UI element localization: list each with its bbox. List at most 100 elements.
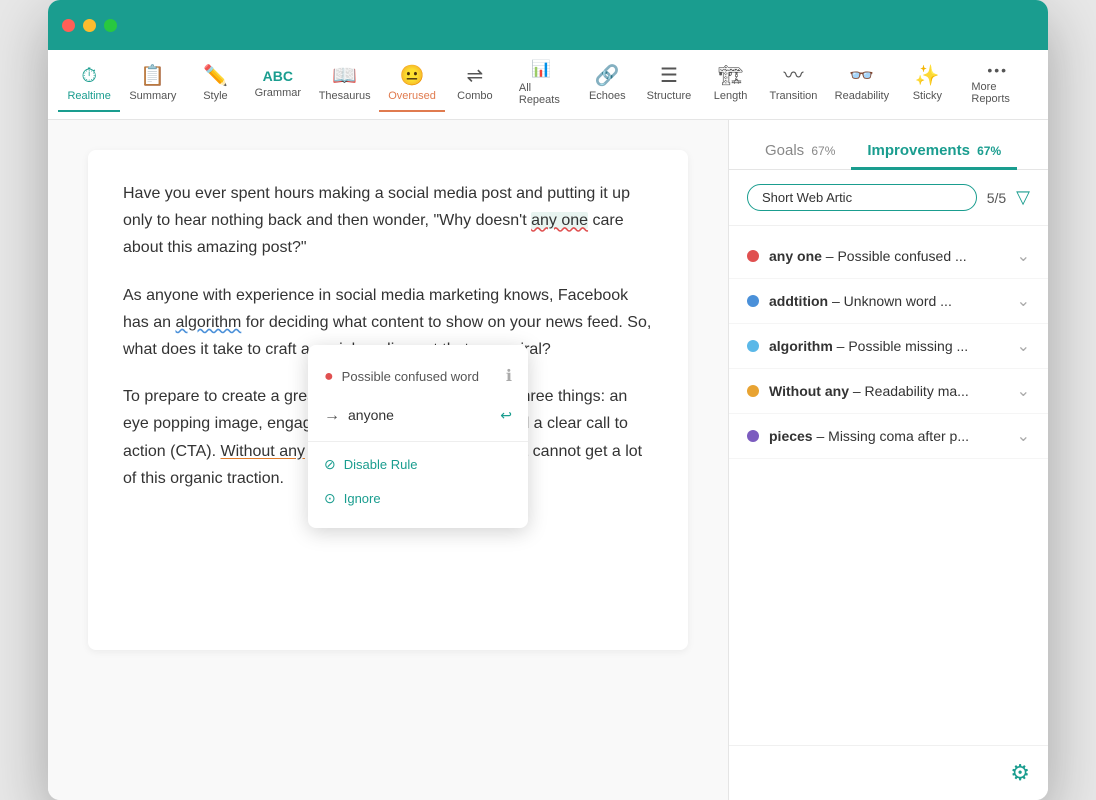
toolbar-echoes[interactable]: 🔗 Echoes bbox=[577, 58, 637, 112]
imp-dot-blue bbox=[747, 295, 759, 307]
transition-icon: 〰 bbox=[783, 66, 803, 86]
all-repeats-label: All Repeats bbox=[519, 82, 563, 106]
improvement-item-addtition[interactable]: addtition – Unknown word ... ⌄ bbox=[729, 279, 1048, 324]
imp-word-algorithm: algorithm bbox=[769, 338, 833, 354]
maximize-button[interactable] bbox=[104, 19, 117, 32]
suggestion-popup: ● Possible confused word ℹ → anyone ↩ ⊘ … bbox=[308, 345, 528, 528]
filter-row: Short Web Artic 5/5 ▽ bbox=[729, 170, 1048, 226]
filter-count: 5/5 bbox=[987, 190, 1006, 206]
style-icon: ✏️ bbox=[203, 66, 228, 86]
imp-desc-any-one: – Possible confused ... bbox=[826, 248, 967, 264]
toolbar-thesaurus[interactable]: 📖 Thesaurus bbox=[310, 58, 379, 112]
toolbar-all-repeats[interactable]: 📊 All Repeats bbox=[505, 54, 577, 116]
more-label: More Reports bbox=[971, 81, 1024, 105]
editor-area[interactable]: Have you ever spent hours making a socia… bbox=[48, 120, 728, 800]
popup-disable-rule[interactable]: ⊘ Disable Rule bbox=[308, 448, 528, 482]
popup-replace-icon[interactable]: ↩ bbox=[500, 404, 512, 428]
style-label: Style bbox=[203, 90, 227, 102]
any-one-highlight[interactable]: any one bbox=[531, 212, 588, 229]
imp-word-any-one: any one bbox=[769, 248, 822, 264]
popup-suggestion[interactable]: → anyone ↩ bbox=[308, 396, 528, 435]
imp-word-without-any: Without any bbox=[769, 383, 849, 399]
length-label: Length bbox=[714, 90, 748, 102]
popup-ignore[interactable]: ⊙ Ignore bbox=[308, 482, 528, 516]
imp-desc-addtition: – Unknown word ... bbox=[832, 293, 952, 309]
imp-text-without-any: Without any – Readability ma... bbox=[769, 383, 1007, 399]
imp-dot-light-blue bbox=[747, 340, 759, 352]
all-repeats-icon: 📊 bbox=[531, 62, 551, 78]
overused-label: Overused bbox=[388, 90, 436, 102]
improvement-item-without-any[interactable]: Without any – Readability ma... ⌄ bbox=[729, 369, 1048, 414]
algorithm-highlight[interactable]: algorithm bbox=[175, 314, 241, 331]
realtime-icon: ⏱ bbox=[81, 66, 97, 86]
sticky-icon: ✨ bbox=[915, 66, 940, 86]
close-button[interactable] bbox=[62, 19, 75, 32]
chevron-down-icon[interactable]: ⌄ bbox=[1017, 246, 1030, 266]
improvements-list: any one – Possible confused ... ⌄ addtit… bbox=[729, 226, 1048, 745]
grammar-icon: ABC bbox=[263, 69, 293, 83]
improvements-pct: 67% bbox=[977, 144, 1001, 158]
toolbar-readability[interactable]: 👓 Readability bbox=[826, 58, 897, 112]
popup-arrow-icon: → bbox=[324, 402, 340, 429]
toolbar-more[interactable]: ••• More Reports bbox=[957, 55, 1038, 115]
chevron-down-icon-4[interactable]: ⌄ bbox=[1017, 381, 1030, 401]
imp-word-pieces: pieces bbox=[769, 428, 813, 444]
readability-icon: 👓 bbox=[849, 66, 874, 86]
main-content: Have you ever spent hours making a socia… bbox=[48, 120, 1048, 800]
editor-text[interactable]: Have you ever spent hours making a socia… bbox=[88, 150, 688, 650]
minimize-button[interactable] bbox=[83, 19, 96, 32]
toolbar-grammar[interactable]: ABC Grammar bbox=[245, 61, 310, 109]
without-any-highlight[interactable]: Without any bbox=[221, 443, 305, 460]
tab-improvements[interactable]: Improvements 67% bbox=[851, 134, 1017, 170]
toolbar-summary[interactable]: 📋 Summary bbox=[120, 58, 185, 112]
popup-suggestion-word: anyone bbox=[348, 404, 394, 428]
tab-goals[interactable]: Goals 67% bbox=[749, 134, 851, 170]
improvement-item-pieces[interactable]: pieces – Missing coma after p... ⌄ bbox=[729, 414, 1048, 459]
echoes-label: Echoes bbox=[589, 90, 626, 102]
structure-label: Structure bbox=[647, 90, 692, 102]
goals-pct: 67% bbox=[811, 144, 835, 158]
right-panel: Goals 67% Improvements 67% Short Web Art… bbox=[728, 120, 1048, 800]
filter-icon[interactable]: ▽ bbox=[1016, 187, 1030, 208]
popup-divider bbox=[308, 441, 528, 442]
length-icon: 🏗 bbox=[718, 66, 743, 86]
chevron-down-icon-3[interactable]: ⌄ bbox=[1017, 336, 1030, 356]
panel-tabs: Goals 67% Improvements 67% bbox=[729, 120, 1048, 170]
combo-label: Combo bbox=[457, 90, 492, 102]
settings-icon[interactable]: ⚙ bbox=[1010, 760, 1030, 786]
combo-icon: ⇌ bbox=[466, 66, 483, 86]
imp-dot-orange bbox=[747, 385, 759, 397]
popup-dot: ● bbox=[324, 363, 334, 390]
toolbar-structure[interactable]: ☰ Structure bbox=[637, 58, 700, 112]
overused-icon: 😐 bbox=[400, 66, 425, 86]
toolbar-style[interactable]: ✏️ Style bbox=[185, 58, 245, 112]
imp-text-addtition: addtition – Unknown word ... bbox=[769, 293, 1007, 309]
toolbar-realtime[interactable]: ⏱ Realtime bbox=[58, 58, 120, 112]
panel-footer: ⚙ bbox=[729, 745, 1048, 800]
chevron-down-icon-2[interactable]: ⌄ bbox=[1017, 291, 1030, 311]
imp-text-pieces: pieces – Missing coma after p... bbox=[769, 428, 1007, 444]
chevron-down-icon-5[interactable]: ⌄ bbox=[1017, 426, 1030, 446]
toolbar-transition[interactable]: 〰 Transition bbox=[761, 58, 827, 112]
imp-desc-without-any: – Readability ma... bbox=[853, 383, 969, 399]
toolbar: ⏱ Realtime 📋 Summary ✏️ Style ABC Gramma… bbox=[48, 50, 1048, 120]
improvement-item-any-one[interactable]: any one – Possible confused ... ⌄ bbox=[729, 234, 1048, 279]
app-window: ⏱ Realtime 📋 Summary ✏️ Style ABC Gramma… bbox=[48, 0, 1048, 800]
toolbar-length[interactable]: 🏗 Length bbox=[701, 58, 761, 112]
paragraph-1: Have you ever spent hours making a socia… bbox=[123, 180, 653, 262]
grammar-label: Grammar bbox=[255, 87, 301, 99]
filter-badge[interactable]: Short Web Artic bbox=[747, 184, 977, 211]
toolbar-combo[interactable]: ⇌ Combo bbox=[445, 58, 505, 112]
summary-icon: 📋 bbox=[140, 66, 165, 86]
imp-text-any-one: any one – Possible confused ... bbox=[769, 248, 1007, 264]
summary-label: Summary bbox=[129, 90, 176, 102]
imp-desc-algorithm: – Possible missing ... bbox=[837, 338, 969, 354]
toolbar-sticky[interactable]: ✨ Sticky bbox=[897, 58, 957, 112]
realtime-label: Realtime bbox=[67, 90, 110, 102]
toolbar-overused[interactable]: 😐 Overused bbox=[379, 58, 445, 112]
improvement-item-algorithm[interactable]: algorithm – Possible missing ... ⌄ bbox=[729, 324, 1048, 369]
imp-dot-red bbox=[747, 250, 759, 262]
transition-label: Transition bbox=[770, 90, 818, 102]
popup-error-type: ● Possible confused word ℹ bbox=[308, 357, 528, 396]
popup-info-icon[interactable]: ℹ bbox=[506, 363, 512, 390]
